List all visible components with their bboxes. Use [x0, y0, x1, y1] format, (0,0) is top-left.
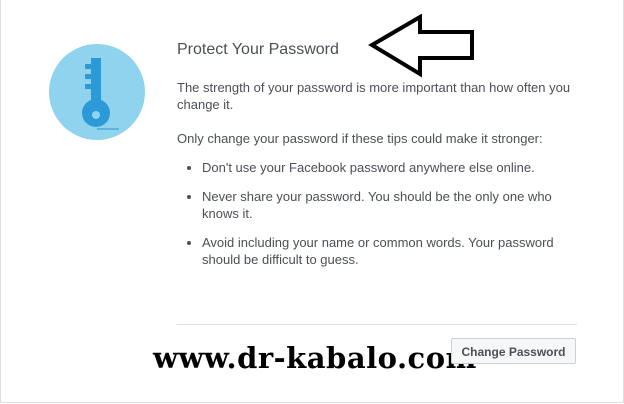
watermark-text: www.dr-kabalo.com [153, 341, 477, 375]
intro-text: The strength of your password is more im… [177, 80, 571, 112]
key-icon [49, 44, 145, 140]
tip-item: Avoid including your name or common word… [202, 234, 577, 268]
tip-item: Never share your password. You should be… [202, 188, 577, 222]
advice-text: Only change your password if these tips … [177, 131, 543, 146]
tips-list: Don't use your Facebook password anywher… [177, 159, 577, 268]
arrow-left-icon [368, 14, 474, 78]
footer-divider [177, 324, 577, 325]
tip-item: Don't use your Facebook password anywher… [202, 159, 577, 176]
password-tips-dialog: Protect Your Password The strength of yo… [0, 0, 624, 403]
change-password-button[interactable]: Change Password [451, 338, 576, 364]
key-illustration [49, 44, 145, 140]
